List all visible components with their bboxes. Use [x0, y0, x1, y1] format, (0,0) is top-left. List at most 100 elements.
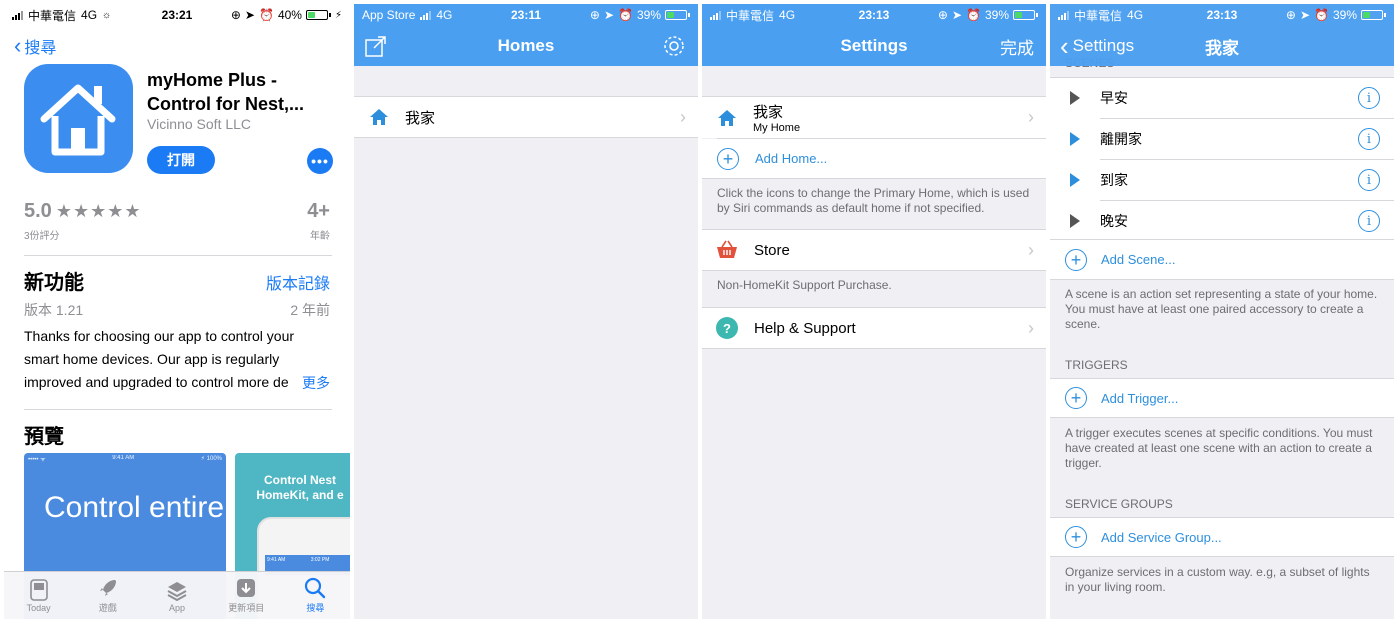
scene-row[interactable]: 到家 i — [1050, 160, 1394, 200]
scene-row[interactable]: 晚安 i — [1050, 201, 1394, 241]
help-icon: ? — [716, 317, 738, 339]
network-label: 4G — [1127, 8, 1144, 22]
chevron-left-icon: ‹ — [14, 33, 22, 58]
add-service-group-label: Add Service Group... — [1101, 529, 1222, 545]
scene-name: 離開家 — [1100, 131, 1142, 147]
play-icon[interactable] — [1070, 132, 1080, 146]
network-label: 4G — [436, 8, 453, 22]
add-service-group-row[interactable]: + Add Service Group... — [1050, 517, 1394, 557]
version-history-link[interactable]: 版本記錄 — [266, 270, 330, 294]
chevron-left-icon: ‹ — [1060, 31, 1069, 61]
scene-row[interactable]: 早安 i — [1050, 78, 1394, 118]
back-to-app-label[interactable]: App Store — [362, 8, 415, 22]
primary-home-icon[interactable] — [717, 109, 737, 127]
play-icon[interactable] — [1070, 91, 1080, 105]
tab-games[interactable]: 遊戲 — [73, 572, 142, 619]
tab-apps[interactable]: App — [142, 572, 211, 619]
battery-percent: 39% — [984, 8, 1009, 22]
rating-score: 5.0 — [24, 200, 52, 222]
tab-updates[interactable]: 更新項目 — [212, 572, 281, 619]
rotation-lock-icon: ⊕ — [230, 8, 241, 22]
back-label: Settings — [1072, 36, 1135, 55]
navigation-bar: ‹ Settings 我家 — [1050, 26, 1394, 66]
alarm-icon: ⏰ — [618, 8, 633, 22]
preview-status-bar: ••••• ᯤ 9:41 AM ⚡ 100% — [24, 453, 226, 465]
developer-name[interactable]: Vicinno Soft LLC — [147, 116, 251, 132]
carrier-label: 中華電信 — [1074, 8, 1123, 23]
rating-summary[interactable]: 5.0 ★★★★★ — [24, 200, 142, 223]
battery-percent: 40% — [277, 8, 302, 22]
rotation-lock-icon: ⊕ — [589, 8, 600, 22]
tab-search[interactable]: 搜尋 — [281, 572, 350, 619]
whats-new-title: 新功能 — [24, 272, 84, 294]
help-row[interactable]: ? Help & Support › — [702, 307, 1046, 349]
gear-icon — [664, 36, 684, 56]
add-icon: + — [1065, 248, 1087, 271]
app-title: myHome Plus - Control for Nest,... — [147, 70, 304, 114]
house-icon — [40, 84, 116, 156]
download-icon — [234, 577, 258, 599]
group-footer: Organize services in a custom way. e.g, … — [1065, 565, 1370, 594]
info-icon[interactable]: i — [1358, 169, 1380, 191]
open-button[interactable]: 打開 — [147, 146, 215, 174]
info-icon[interactable]: i — [1358, 210, 1380, 232]
help-label: Help & Support — [754, 319, 856, 337]
version-label: 版本 1.21 — [24, 302, 84, 318]
home-name: 我家 — [405, 109, 436, 127]
divider — [24, 409, 332, 410]
rocket-icon — [96, 577, 120, 599]
rating-count: 3份評分 — [24, 231, 60, 242]
info-icon[interactable]: i — [1358, 87, 1380, 109]
store-row[interactable]: Store › — [702, 229, 1046, 271]
preview-device-time-2: 3:02 PM — [310, 557, 330, 563]
signal-icon — [420, 10, 432, 20]
tab-today[interactable]: Today — [4, 572, 73, 619]
age-rating: 4+ — [307, 200, 330, 222]
location-icon: ➤ — [244, 8, 255, 22]
settings-button[interactable] — [662, 34, 686, 58]
scene-row[interactable]: 離開家 i — [1050, 119, 1394, 159]
scene-footer: A scene is an action set representing a … — [1065, 287, 1378, 331]
back-button[interactable]: ‹ Settings — [1060, 31, 1135, 61]
add-icon: + — [1065, 526, 1087, 548]
more-options-button[interactable]: ••• — [307, 148, 333, 174]
add-trigger-label: Add Trigger... — [1101, 390, 1179, 406]
signal-icon — [12, 10, 23, 20]
preview-title: 預覽 — [24, 426, 64, 448]
alarm-icon: ⏰ — [258, 8, 274, 22]
trigger-footer: A trigger executes scenes at specific co… — [1065, 426, 1373, 470]
add-home-row[interactable]: + Add Home... — [702, 139, 1046, 179]
home-row[interactable]: 我家 My Home › — [702, 96, 1046, 138]
back-button[interactable]: ‹ 搜尋 — [14, 34, 56, 58]
alarm-icon: ⏰ — [966, 8, 981, 22]
store-label: Store — [754, 241, 790, 259]
tab-label: App — [169, 602, 186, 613]
tab-label: 遊戲 — [98, 603, 117, 613]
home-detail-screen: SCENES 早安 i 離開家 i 到家 i 晚安 — [1050, 4, 1394, 619]
status-bar: App Store 4G 23:11 ⊕ ➤ ⏰ 39% — [354, 4, 698, 26]
preview-status-left: ••••• ᯤ — [28, 457, 46, 463]
settings-screen: 中華電信 4G 23:13 ⊕ ➤ ⏰ 39% Settings 完成 我家 M… — [702, 4, 1046, 619]
scene-name: 到家 — [1100, 172, 1128, 188]
info-icon[interactable]: i — [1358, 128, 1380, 150]
share-button[interactable] — [364, 34, 388, 58]
home-row[interactable]: 我家 › — [354, 96, 698, 138]
battery-percent: 39% — [1332, 8, 1357, 22]
app-icon — [24, 64, 133, 173]
add-trigger-row[interactable]: + Add Trigger... — [1050, 378, 1394, 418]
house-icon — [370, 109, 388, 125]
age-label: 年齡 — [310, 231, 330, 242]
add-scene-row[interactable]: + Add Scene... — [1050, 240, 1394, 280]
more-link[interactable]: 更多 — [288, 373, 330, 393]
play-icon[interactable] — [1070, 214, 1080, 228]
done-button[interactable]: 完成 — [1000, 34, 1034, 59]
battery-icon — [665, 10, 690, 20]
signal-icon — [710, 10, 721, 20]
divider — [24, 255, 332, 256]
alarm-icon: ⏰ — [1314, 8, 1329, 22]
navigation-bar: Settings 完成 — [702, 26, 1046, 66]
play-icon[interactable] — [1070, 173, 1080, 187]
navigation-bar: Homes — [354, 26, 698, 66]
preview-device-time: 9:41 AM — [267, 557, 286, 563]
preview-caption: Control Nest HomeKit, and e — [256, 473, 344, 502]
